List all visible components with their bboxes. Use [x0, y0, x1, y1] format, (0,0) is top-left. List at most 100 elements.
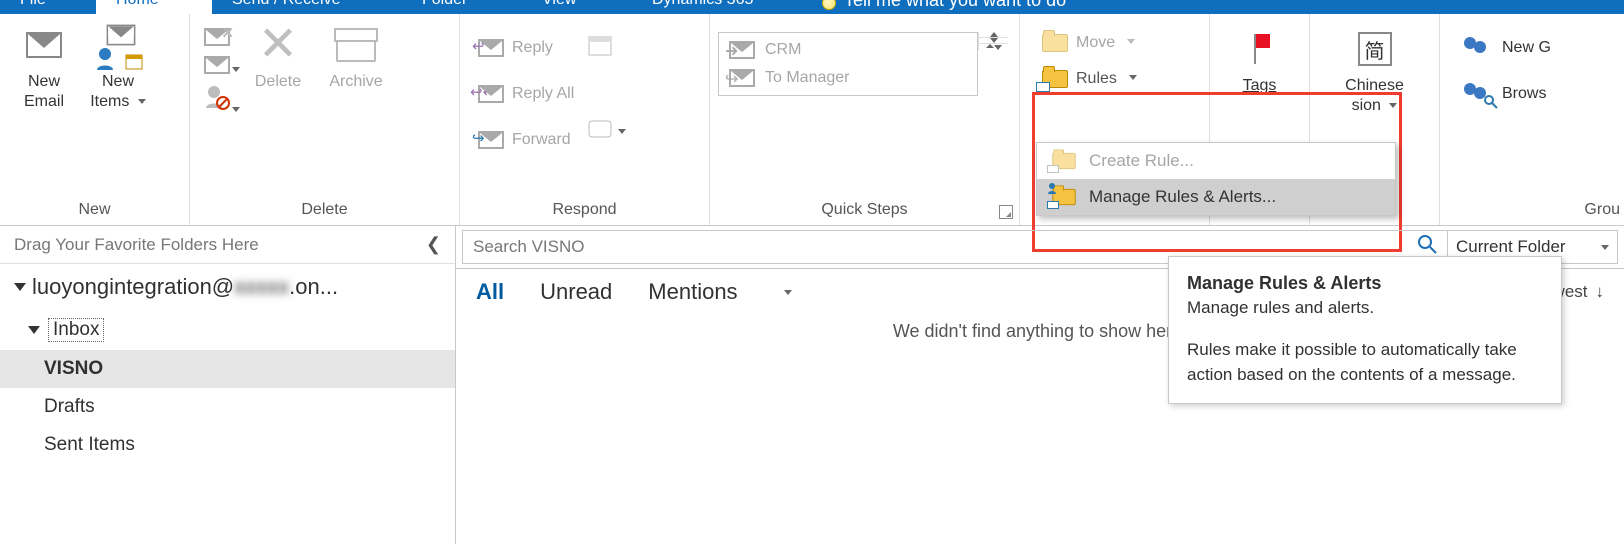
folder-label: Inbox	[48, 318, 104, 342]
archive-box-icon	[336, 28, 376, 62]
tab-send-receive[interactable]: Send / Receive	[212, 0, 402, 14]
rules-person-icon	[1051, 188, 1077, 206]
account-node[interactable]: luoyongintegration@xxxxx.on...	[0, 264, 455, 310]
search-scope-label: Current Folder	[1456, 237, 1566, 257]
filter-all[interactable]: All	[476, 279, 504, 305]
tags-button[interactable]: Tags	[1230, 28, 1290, 96]
junk-button[interactable]	[204, 84, 230, 114]
person-icon	[95, 46, 121, 72]
envelope-sweep-icon	[204, 56, 230, 74]
folder-sent-items[interactable]: Sent Items	[0, 426, 455, 464]
im-icon	[588, 120, 614, 142]
group-label-delete: Delete	[190, 199, 459, 225]
tab-home[interactable]: Home	[96, 0, 212, 14]
chinese-suffix: sion	[1352, 97, 1381, 114]
ribbon-group-delete: ✕ ✕ Delete Archive Delete	[190, 14, 460, 225]
reply-all-icon: ↩↩	[478, 85, 504, 103]
forward-icon: ↪	[478, 131, 504, 149]
tab-folder[interactable]: Folder	[402, 0, 522, 14]
tell-me-search[interactable]: Tell me what you want to do	[802, 0, 1624, 14]
reply-all-button[interactable]: ↩↩ Reply All	[474, 78, 578, 110]
quick-step-crm[interactable]: ➜ CRM	[719, 37, 977, 63]
envelope-forward-icon: ↪	[729, 69, 755, 87]
person-block-icon	[204, 84, 230, 110]
new-group-button[interactable]: New G	[1460, 32, 1555, 64]
filter-mentions[interactable]: Mentions	[648, 279, 737, 305]
quick-steps-gallery[interactable]: ➜ CRM ↪ To Manager	[718, 32, 978, 96]
delete-button[interactable]: ✕ Delete	[248, 24, 308, 92]
ribbon-group-respond: ↩ Reply ↩↩ Reply All ↪ Forward Respond	[460, 14, 710, 225]
chinese-char-icon: 简	[1358, 32, 1392, 66]
envelope-arrow-icon: ➜	[729, 41, 755, 59]
expand-triangle-icon	[14, 283, 26, 291]
folder-visno[interactable]: VISNO	[0, 350, 455, 388]
rules-button[interactable]: Rules	[1034, 62, 1184, 96]
quick-steps-dialog-launcher[interactable]	[999, 205, 1013, 219]
folder-label: Sent Items	[44, 434, 135, 456]
chinese-conversion-button[interactable]: 简 Chinesesion	[1345, 28, 1405, 116]
folder-inbox[interactable]: Inbox	[0, 310, 455, 350]
folder-drafts[interactable]: Drafts	[0, 388, 455, 426]
more-respond-button[interactable]	[588, 120, 626, 142]
envelope-x-icon: ✕	[204, 28, 230, 46]
forward-button[interactable]: ↪ Forward	[474, 124, 578, 156]
filter-more-icon[interactable]	[784, 290, 792, 295]
reply-button[interactable]: ↩ Reply	[474, 32, 578, 64]
browse-groups-button[interactable]: Brows	[1460, 78, 1550, 110]
menu-manage-rules[interactable]: Manage Rules & Alerts...	[1037, 179, 1395, 215]
favorites-hint-text: Drag Your Favorite Folders Here	[14, 235, 259, 255]
ignore-button[interactable]: ✕	[204, 28, 230, 46]
chevron-down-icon	[1601, 245, 1609, 250]
search-placeholder: Search VISNO	[473, 237, 585, 257]
calendar-icon	[588, 34, 614, 56]
calendar-icon	[125, 52, 143, 70]
expand-triangle-icon	[28, 326, 40, 334]
rules-icon	[1051, 152, 1077, 170]
group-label-respond: Respond	[460, 199, 709, 225]
menu-create-rule[interactable]: Create Rule...	[1037, 143, 1395, 179]
ribbon: New Email New Items New ✕	[0, 14, 1624, 226]
gallery-expand-icon[interactable]	[979, 44, 1008, 50]
move-button[interactable]: Move	[1034, 26, 1184, 60]
archive-button[interactable]: Archive	[326, 24, 386, 92]
people-search-icon	[1464, 83, 1494, 105]
tab-dynamics-365[interactable]: Dynamics 365	[632, 0, 802, 14]
envelope-icon	[107, 25, 136, 46]
filter-unread[interactable]: Unread	[540, 279, 612, 305]
rules-icon	[1042, 70, 1068, 88]
lightbulb-icon	[822, 0, 836, 10]
envelope-icon	[26, 32, 62, 58]
favorites-dropzone[interactable]: Drag Your Favorite Folders Here ❮	[0, 226, 455, 264]
cleanup-button[interactable]	[204, 56, 230, 74]
quick-step-to-manager[interactable]: ↪ To Manager	[719, 65, 977, 91]
ribbon-group-quick-steps: ➜ CRM ↪ To Manager Quick Steps	[710, 14, 1020, 225]
new-email-button[interactable]: New Email	[14, 24, 74, 112]
new-items-button[interactable]: New Items	[88, 24, 148, 112]
tooltip-subtitle: Manage rules and alerts.	[1187, 298, 1543, 318]
sort-arrow-icon: ↓	[1596, 282, 1605, 302]
quick-steps-scroll[interactable]	[978, 32, 1008, 50]
people-icon	[1464, 37, 1494, 59]
meeting-button[interactable]	[588, 34, 626, 60]
ribbon-tabstrip: File Home Send / Receive Folder View Dyn…	[0, 0, 1624, 14]
tab-file[interactable]: File	[0, 0, 96, 14]
folder-move-icon	[1042, 34, 1068, 52]
folder-nav-pane: Drag Your Favorite Folders Here ❮ luoyon…	[0, 226, 456, 544]
ribbon-group-new: New Email New Items New	[0, 14, 190, 225]
rules-dropdown: Create Rule... Manage Rules & Alerts...	[1036, 142, 1396, 216]
ribbon-group-groups: New G Brows Grou	[1440, 14, 1624, 225]
folder-label: Drafts	[44, 396, 95, 418]
tooltip-manage-rules: Manage Rules & Alerts Manage rules and a…	[1168, 256, 1562, 404]
folder-label: VISNO	[44, 358, 103, 380]
tooltip-body: Rules make it possible to automatically …	[1187, 338, 1543, 387]
account-name: luoyongintegration@xxxxx.on...	[32, 274, 338, 300]
x-icon: ✕	[258, 21, 298, 69]
collapse-nav-icon[interactable]: ❮	[426, 234, 441, 255]
tooltip-title: Manage Rules & Alerts	[1187, 273, 1543, 294]
reply-icon: ↩	[478, 39, 504, 57]
flag-icon	[1250, 34, 1270, 64]
group-label-new: New	[0, 199, 189, 225]
group-label-groups: Grou	[1440, 199, 1624, 225]
tab-view[interactable]: View	[522, 0, 632, 14]
group-label-quick-steps: Quick Steps	[710, 199, 1019, 225]
